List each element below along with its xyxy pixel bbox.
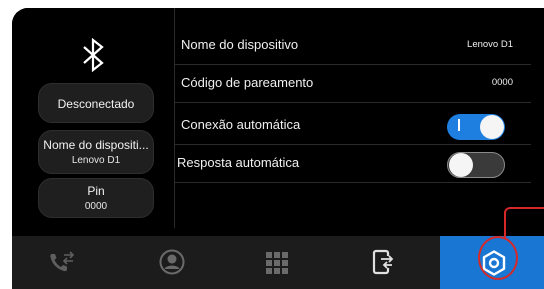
dialpad-icon [266, 252, 288, 274]
settings-list: Nome do dispositivo Lenovo D1 Código de … [174, 8, 531, 228]
toggle-knob [449, 153, 473, 177]
connection-status-text: Desconectado [57, 97, 135, 111]
annotation-callout-line [504, 207, 544, 238]
auto-connect-toggle[interactable] [447, 114, 505, 140]
device-name-card-label: Nome do dispositi... [43, 138, 149, 152]
bottom-nav-bar [12, 236, 544, 289]
auto-answer-toggle[interactable] [447, 152, 505, 178]
setting-label-pairing-code: Código de pareamento [181, 75, 314, 90]
setting-value-device-name: Lenovo D1 [467, 39, 513, 50]
device-name-card-value: Lenovo D1 [71, 155, 121, 166]
contact-icon [159, 249, 185, 275]
setting-label-auto-connect: Conexão automática [181, 117, 301, 132]
toggle-knob [480, 115, 504, 139]
device-name-card: Nome do dispositi... Lenovo D1 [38, 130, 154, 174]
pin-card: Pin 0000 [38, 178, 154, 218]
nav-transfer-button[interactable] [354, 236, 414, 289]
call-transfer-icon [50, 251, 75, 272]
connection-status-badge: Desconectado [38, 83, 154, 123]
setting-value-pairing-code: 0000 [491, 77, 513, 88]
pin-card-label: Pin [87, 184, 105, 198]
nav-calls-button[interactable] [12, 236, 104, 289]
phone-transfer-icon [372, 249, 396, 275]
setting-row-device-name[interactable]: Nome do dispositivo Lenovo D1 [175, 26, 531, 65]
pin-card-value: 0000 [84, 201, 108, 212]
setting-row-auto-answer: Resposta automática [175, 144, 531, 183]
setting-label-auto-answer: Resposta automática [177, 155, 300, 170]
app-screen: Desconectado Nome do dispositi... Lenovo… [12, 8, 544, 289]
nav-contacts-button[interactable] [104, 236, 196, 289]
bluetooth-status-panel: Desconectado Nome do dispositi... Lenovo… [12, 8, 174, 236]
nav-dialpad-button[interactable] [236, 236, 318, 289]
setting-row-auto-connect: Conexão automática [175, 106, 531, 145]
setting-label-device-name: Nome do dispositivo [181, 37, 299, 52]
toggle-on-mark [458, 119, 460, 131]
annotation-callout-circle [478, 236, 518, 280]
setting-row-pairing-code[interactable]: Código de pareamento 0000 [175, 64, 531, 103]
bluetooth-icon [83, 38, 104, 72]
